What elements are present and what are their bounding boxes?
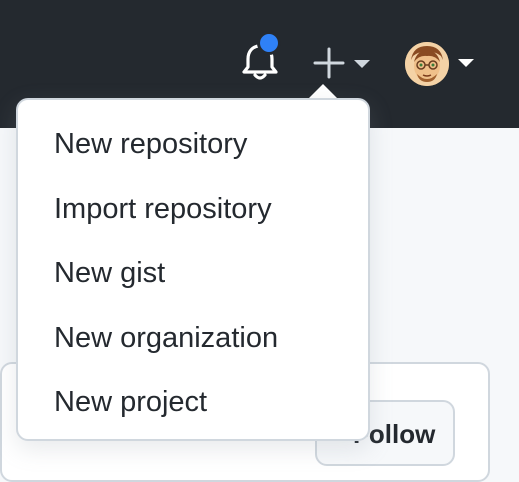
menu-item-new-organization[interactable]: New organization (18, 306, 368, 371)
plus-icon (313, 47, 345, 79)
chevron-down-icon (354, 60, 370, 68)
menu-item-new-gist[interactable]: New gist (18, 241, 368, 306)
avatar (405, 42, 449, 86)
menu-item-new-project[interactable]: New project (18, 370, 368, 435)
menu-item-new-repository[interactable]: New repository (18, 112, 368, 177)
user-menu-button[interactable] (402, 40, 478, 90)
chevron-down-icon (458, 59, 474, 67)
dropdown-pointer (308, 84, 338, 99)
menu-item-import-repository[interactable]: Import repository (18, 177, 368, 242)
create-new-button[interactable] (310, 46, 376, 80)
create-new-menu: New repository Import repository New gis… (16, 98, 370, 441)
notification-indicator (257, 31, 281, 55)
